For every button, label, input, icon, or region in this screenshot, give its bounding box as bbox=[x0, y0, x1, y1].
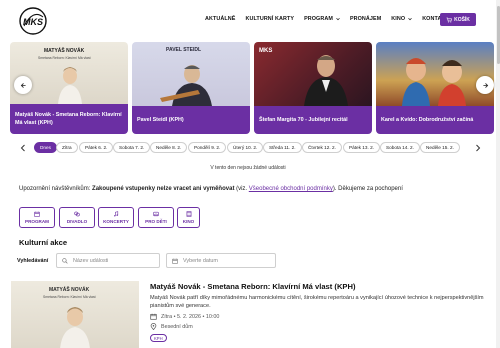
date-pill[interactable]: Neděle 15. 2. bbox=[420, 142, 460, 153]
slide-caption: Karel a Kvído: Dobrodružství začíná bbox=[376, 106, 494, 134]
event-image[interactable]: MATYÁŠ NOVÁK Smetana Reborn: Klavírní Má… bbox=[11, 281, 139, 348]
music-icon bbox=[114, 211, 119, 217]
svg-text:MKS: MKS bbox=[23, 17, 43, 27]
site-header: MKS AKTUÁLNĚ KULTURNÍ KARTY PROGRAM PRON… bbox=[0, 0, 500, 40]
featured-carousel: MATYÁŠ NOVÁK Smetana Reborn: Klavírní Má… bbox=[0, 42, 496, 136]
page-scrollbar[interactable] bbox=[496, 0, 500, 348]
slide-image bbox=[376, 42, 494, 106]
filter-divadlo-button[interactable]: DIVADLO bbox=[59, 207, 95, 228]
event-description: Matyáš Novák patří díky mimořádnému harm… bbox=[150, 295, 484, 309]
carousel-slide[interactable]: MKS Štefan Margita 70 - Jubilejní recitá… bbox=[254, 42, 372, 134]
date-pill[interactable]: Úterý 10. 2. bbox=[227, 142, 264, 153]
cart-button[interactable]: KOŠÍK bbox=[440, 13, 476, 26]
slide-image-title: PAVEL STEIDL bbox=[166, 47, 202, 53]
date-picker-input[interactable]: Vyberte datum bbox=[166, 253, 276, 268]
arrow-right-icon bbox=[482, 82, 488, 88]
section-title: Kulturní akce bbox=[19, 238, 68, 247]
date-pill[interactable]: Pátek 6. 2. bbox=[79, 142, 114, 153]
slide-image: MATYÁŠ NOVÁK Smetana Reborn: Klavírní Má… bbox=[10, 42, 128, 106]
kids-icon bbox=[153, 211, 159, 217]
slide-caption: Pavel Steidl (KPH) bbox=[132, 106, 250, 134]
chevron-left-icon[interactable] bbox=[20, 144, 26, 152]
date-pill[interactable]: Zítra bbox=[56, 142, 78, 153]
slide-image-logo: MKS bbox=[259, 48, 273, 54]
event-image-subtitle: Smetana Reborn: Klavírní Má vlast bbox=[43, 295, 96, 299]
carousel-next-button[interactable] bbox=[476, 76, 494, 94]
date-pill[interactable]: Pátek 13. 2. bbox=[343, 142, 381, 153]
guitarist-photo bbox=[160, 65, 212, 106]
mks-logo[interactable]: MKS bbox=[18, 6, 48, 36]
nav-kulturni-karty[interactable]: KULTURNÍ KARTY bbox=[245, 16, 294, 22]
event-title[interactable]: Matyáš Novák - Smetana Reborn: Klavírní … bbox=[150, 282, 356, 291]
scrollbar-thumb[interactable] bbox=[496, 6, 500, 64]
slide-image-title: MATYÁŠ NOVÁK bbox=[44, 48, 85, 54]
date-pill[interactable]: Čtvrtek 12. 2. bbox=[302, 142, 342, 153]
chevron-right-icon[interactable] bbox=[475, 144, 481, 152]
slide-caption: Matyáš Novák - Smetana Reborn: Klavírní … bbox=[10, 104, 128, 134]
slide-image: PAVEL STEIDL bbox=[132, 42, 250, 106]
filter-pro-deti-button[interactable]: PRO DĚTI bbox=[138, 207, 174, 228]
slide-image-subtitle: Smetana Reborn: Klavírní Má vlast bbox=[38, 56, 91, 60]
filter-koncerty-button[interactable]: KONCERTY bbox=[98, 207, 134, 228]
chevron-down-icon bbox=[336, 18, 340, 21]
carousel-prev-button[interactable] bbox=[14, 76, 32, 94]
nav-kino[interactable]: KINO bbox=[391, 16, 412, 22]
nav-program[interactable]: PROGRAM bbox=[304, 16, 340, 22]
search-label: Vyhledávání bbox=[17, 258, 49, 264]
calendar-icon bbox=[150, 313, 157, 320]
arrow-left-icon bbox=[20, 82, 26, 88]
slide-image: MKS bbox=[254, 42, 372, 106]
terms-link[interactable]: Všeobecné obchodní podmínky bbox=[249, 186, 333, 192]
event-date: Zítra • 5. 2. 2026 • 10:00 bbox=[150, 313, 219, 320]
event-image-title: MATYÁŠ NOVÁK bbox=[49, 287, 90, 293]
no-events-message: V tento den nejsou žádné události bbox=[210, 165, 286, 171]
event-venue: Besední dům bbox=[150, 323, 193, 330]
chevron-down-icon bbox=[408, 18, 412, 21]
singer-photo bbox=[304, 55, 348, 106]
date-pill[interactable]: Neděle 8. 2. bbox=[150, 142, 188, 153]
location-pin-icon bbox=[150, 323, 157, 330]
nav-pronajem[interactable]: PRONÁJEM bbox=[350, 16, 381, 22]
visitor-notice: Upozornění návštěvníkům: Zakoupené vstup… bbox=[19, 186, 403, 192]
calendar-icon bbox=[172, 258, 178, 264]
masks-icon bbox=[74, 211, 80, 217]
cart-icon bbox=[446, 17, 452, 22]
date-pill[interactable]: Středa 11. 2. bbox=[263, 142, 302, 153]
date-selector: Dnes Zítra Pátek 6. 2. Sobota 7. 2. Nedě… bbox=[0, 141, 496, 155]
main-nav: AKTUÁLNĚ KULTURNÍ KARTY PROGRAM PRONÁJEM… bbox=[205, 16, 463, 22]
pianist-photo bbox=[58, 67, 82, 104]
event-name-search-input[interactable]: Název události bbox=[56, 253, 160, 268]
date-pill[interactable]: Sobota 7. 2. bbox=[113, 142, 151, 153]
date-pill[interactable]: Sobota 14. 2. bbox=[380, 142, 420, 153]
pianist-photo bbox=[60, 307, 90, 348]
date-pill[interactable]: Dnes bbox=[34, 142, 57, 153]
carousel-slide[interactable]: PAVEL STEIDL Pavel Steidl (KPH) bbox=[132, 42, 250, 134]
calendar-icon bbox=[34, 211, 40, 217]
filter-program-button[interactable]: PROGRAM bbox=[19, 207, 55, 228]
date-pill[interactable]: Pondělí 9. 2. bbox=[188, 142, 227, 153]
nav-aktualne[interactable]: AKTUÁLNĚ bbox=[205, 16, 235, 22]
search-icon bbox=[62, 257, 68, 264]
event-tag[interactable]: KPH bbox=[150, 334, 167, 342]
film-icon bbox=[186, 211, 191, 217]
puppets-photo bbox=[402, 58, 466, 106]
filter-kino-button[interactable]: KINO bbox=[177, 207, 200, 228]
slide-caption: Štefan Margita 70 - Jubilejní recitál bbox=[254, 106, 372, 134]
